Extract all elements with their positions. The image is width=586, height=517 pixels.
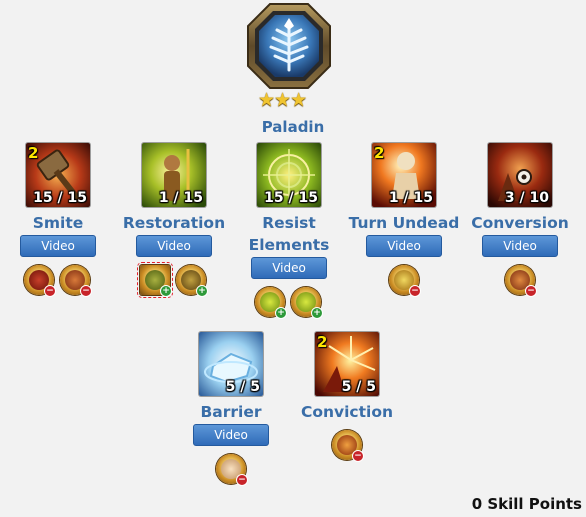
rune-icon[interactable]: + [137,262,173,298]
video-button[interactable]: Video [251,257,327,279]
conversion-skill-icon[interactable]: 3 / 10 [488,143,552,207]
skill-name: Conviction [300,403,394,421]
rune-list: + + [255,287,325,321]
plus-badge-icon: + [196,285,208,297]
skill-level: 5 / 5 [341,379,376,395]
rune-list: − [389,265,423,299]
rune-list: − − [24,265,94,299]
rune-icon[interactable]: + [176,265,208,297]
rune-list: + + [137,262,210,299]
prerequisite-level: 2 [374,144,385,162]
video-button[interactable]: Video [193,424,269,446]
rune-icon[interactable]: − [332,430,364,462]
minus-badge-icon: − [80,285,92,297]
plus-badge-icon: + [311,307,323,319]
rune-icon[interactable]: − [505,265,537,297]
rune-icon[interactable]: − [60,265,92,297]
skill-level: 3 / 10 [504,190,549,206]
skill-name: Conversion [471,214,569,232]
video-button[interactable]: Video [20,235,96,257]
class-name: Paladin [261,118,325,136]
rune-icon[interactable]: − [24,265,56,297]
prerequisite-level: 2 [28,144,39,162]
rune-icon[interactable]: − [389,265,421,297]
plus-badge-icon: + [275,307,287,319]
rune-list: − [216,454,250,488]
minus-badge-icon: − [352,450,364,462]
skill-level: 5 / 5 [225,379,260,395]
rune-list: − [332,430,366,464]
star-icon: ★ [258,89,275,111]
minus-badge-icon: − [409,285,421,297]
plus-badge-icon: + [160,285,172,297]
conviction-skill-icon[interactable]: 2 5 / 5 [315,332,379,396]
turn-undead-skill-icon[interactable]: 2 1 / 15 [372,143,436,207]
minus-badge-icon: − [236,474,248,486]
resist-elements-skill-icon[interactable]: 15 / 15 [257,143,321,207]
skill-level: 1 / 15 [388,190,433,206]
smite-skill-icon[interactable]: 2 15 / 15 [26,143,90,207]
class-rating-stars: ★★★ [258,89,307,111]
video-button[interactable]: Video [136,235,212,257]
star-icon: ★ [274,89,291,111]
video-button[interactable]: Video [482,235,558,257]
video-button[interactable]: Video [366,235,442,257]
rune-icon[interactable]: + [255,287,287,319]
skill-level: 15 / 15 [33,190,87,206]
rune-icon[interactable]: − [216,454,248,486]
barrier-skill-icon[interactable]: 5 / 5 [199,332,263,396]
rune-icon[interactable]: + [291,287,323,319]
minus-badge-icon: − [44,285,56,297]
skill-level: 1 / 15 [158,190,203,206]
paladin-class-emblem [246,2,332,90]
star-icon: ★ [290,89,307,111]
rune-list: − [505,265,539,299]
restoration-skill-icon[interactable]: 1 / 15 [142,143,206,207]
prerequisite-level: 2 [317,333,328,351]
skill-level: 15 / 15 [264,190,318,206]
skill-points-counter: 0 Skill Points [471,495,582,513]
minus-badge-icon: − [525,285,537,297]
